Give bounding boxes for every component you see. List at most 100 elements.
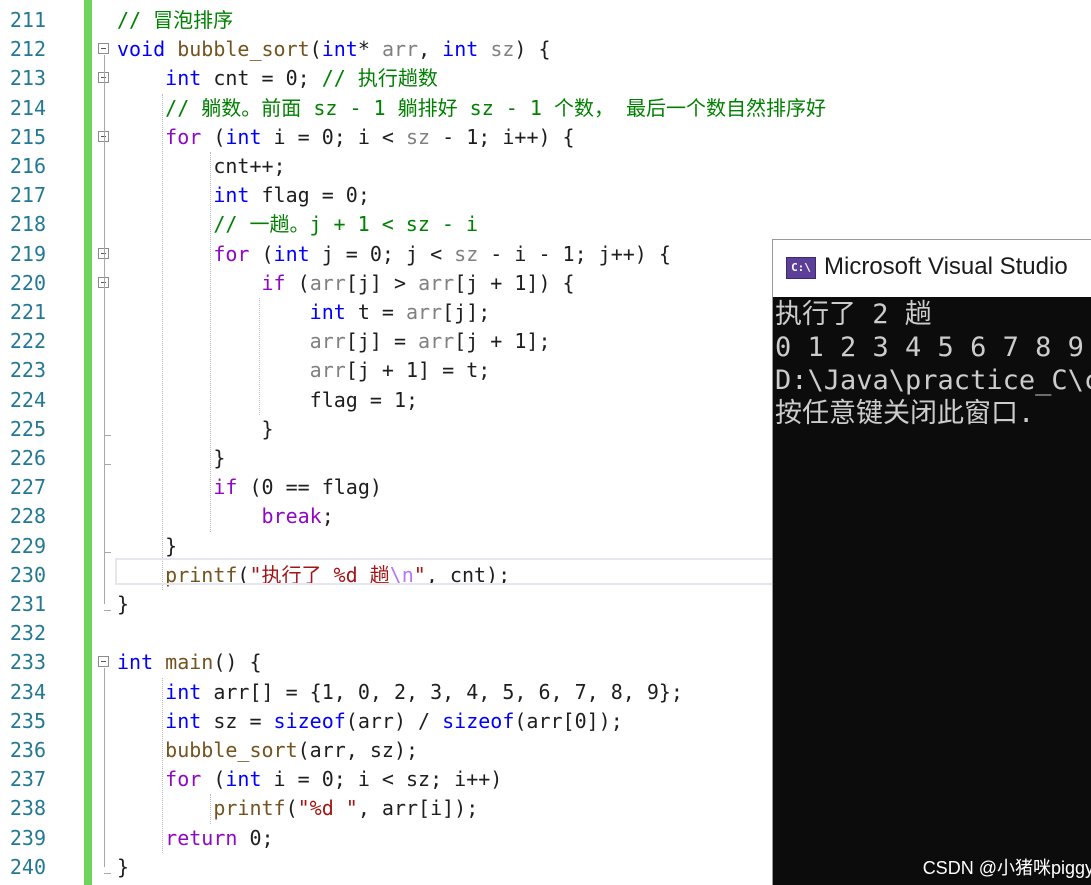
collapse-toggle-icon[interactable] xyxy=(98,43,109,55)
console-output: 执行了 2 趟 0 1 2 3 4 5 6 7 8 9 D:\Java\prac… xyxy=(775,298,1091,430)
code-token: void xyxy=(117,37,166,62)
code-text: int sz = sizeof(arr) / sizeof(arr[0]); xyxy=(117,710,623,732)
line-number: 219 xyxy=(9,241,46,266)
code-token: () { xyxy=(213,650,262,675)
code-token: for xyxy=(165,124,202,149)
console-output-line: D:\Java\practice_C\c xyxy=(775,365,1091,396)
code-text: printf("%d ", arr[i]); xyxy=(117,797,478,819)
code-line[interactable]: 212 void bubble_sort(int* arr, int sz) { xyxy=(0,35,1091,64)
line-number: 215 xyxy=(9,124,46,149)
code-token: arr xyxy=(309,270,346,295)
code-token: // 冒泡排序 xyxy=(117,8,234,32)
indent-guide xyxy=(162,677,164,853)
code-text: // 冒泡排序 xyxy=(117,9,233,31)
code-token: for xyxy=(165,767,202,792)
line-number: 238 xyxy=(9,796,46,821)
code-text: } xyxy=(117,593,129,615)
code-token: } xyxy=(117,592,130,616)
code-token: printf xyxy=(213,796,286,821)
code-token: t = xyxy=(345,300,406,324)
code-token: // 一趟。j + 1 < sz - i xyxy=(213,212,479,237)
code-token: int xyxy=(225,767,262,792)
fold-region-line xyxy=(104,668,105,867)
console-window-title: Microsoft Visual Studio xyxy=(824,253,1068,280)
fold-end-marker xyxy=(104,551,111,553)
fold-end-marker xyxy=(104,434,111,436)
code-text: break; xyxy=(117,505,334,527)
code-text: for (int j = 0; j < sz - i - 1; j++) { xyxy=(117,243,671,265)
code-token: "%d " xyxy=(297,796,358,821)
line-number: 221 xyxy=(9,300,46,324)
line-number: 240 xyxy=(9,854,46,879)
code-text: int cnt = 0; // 执行趟数 xyxy=(117,67,438,89)
app-root: 211// 冒泡排序 212 void bubble_sort(int* arr, … xyxy=(0,0,1091,885)
line-number: 239 xyxy=(9,825,46,850)
code-line[interactable]: 218 // 一趟。j + 1 < sz - i xyxy=(0,210,1091,239)
code-token: ( xyxy=(201,767,226,792)
code-token: if xyxy=(261,270,286,295)
code-token: int xyxy=(165,708,202,733)
fold-end-marker xyxy=(104,464,111,465)
code-line[interactable]: 215 for (int i = 0; i < sz - 1; i++) { xyxy=(0,123,1091,152)
code-token: [j] > xyxy=(345,270,419,295)
code-line[interactable]: 213 int cnt = 0; // 执行趟数 xyxy=(0,64,1091,93)
console-window[interactable]: C:\ Microsoft Visual Studio 执行了 2 趟 0 1 … xyxy=(772,239,1091,885)
line-number: 226 xyxy=(9,446,46,470)
code-line[interactable]: 217 int flag = 0; xyxy=(0,181,1091,210)
collapse-toggle-icon[interactable] xyxy=(98,656,109,668)
code-token: j = 0; j < xyxy=(309,241,455,266)
fold-end-marker xyxy=(104,872,111,874)
line-number: 228 xyxy=(9,504,46,529)
code-token: i = 0; i < sz; i++) xyxy=(261,767,503,792)
code-token: 0; xyxy=(237,825,274,850)
code-token: (0 == flag) xyxy=(237,475,382,500)
code-text: if (0 == flag) xyxy=(117,476,382,498)
code-token: int xyxy=(165,679,202,704)
code-token: sz xyxy=(454,241,479,266)
indent-guide xyxy=(258,298,260,415)
line-number: 220 xyxy=(9,270,46,295)
code-token: int xyxy=(309,300,346,324)
line-number: 227 xyxy=(9,475,46,500)
code-line[interactable]: 211 // 冒泡排序 xyxy=(0,6,1091,35)
code-token: flag = 0; xyxy=(249,183,370,208)
code-token: arr xyxy=(418,270,455,295)
code-line[interactable]: 216 cnt++; xyxy=(0,152,1091,181)
line-number: 225 xyxy=(9,416,46,441)
line-number: 237 xyxy=(9,767,46,792)
code-text: cnt++; xyxy=(117,155,285,177)
line-number: 231 xyxy=(9,592,46,616)
code-token: ( xyxy=(285,796,298,821)
code-token: ( xyxy=(201,124,226,149)
line-number: 224 xyxy=(9,387,46,412)
code-token: , xyxy=(418,37,443,62)
csdn-watermark: CSDN @小猪咪piggy xyxy=(922,858,1091,878)
code-line[interactable]: 214 // 躺数。前面 sz - 1 躺排好 sz - 1 个数， 最后一个数… xyxy=(0,94,1091,123)
code-token: } xyxy=(117,446,226,470)
code-token: [j + 1]) { xyxy=(454,270,575,295)
code-text: // 一趟。j + 1 < sz - i xyxy=(117,213,478,235)
console-titlebar[interactable]: C:\ Microsoft Visual Studio xyxy=(773,240,1091,297)
code-text: } xyxy=(117,447,225,469)
code-text: int flag = 0; xyxy=(117,184,370,206)
code-token: } xyxy=(117,533,178,558)
code-token: arr[] = {1, 0, 2, 3, 4, 5, 6, 7, 8, 9}; xyxy=(201,679,683,704)
code-token: if xyxy=(213,475,238,500)
code-token: arr xyxy=(309,358,346,383)
line-number: 223 xyxy=(9,358,46,383)
code-text: for (int i = 0; i < sz - 1; i++) { xyxy=(117,124,574,149)
code-text: return 0; xyxy=(117,825,274,850)
code-text: arr[j] = arr[j + 1]; xyxy=(117,330,551,352)
